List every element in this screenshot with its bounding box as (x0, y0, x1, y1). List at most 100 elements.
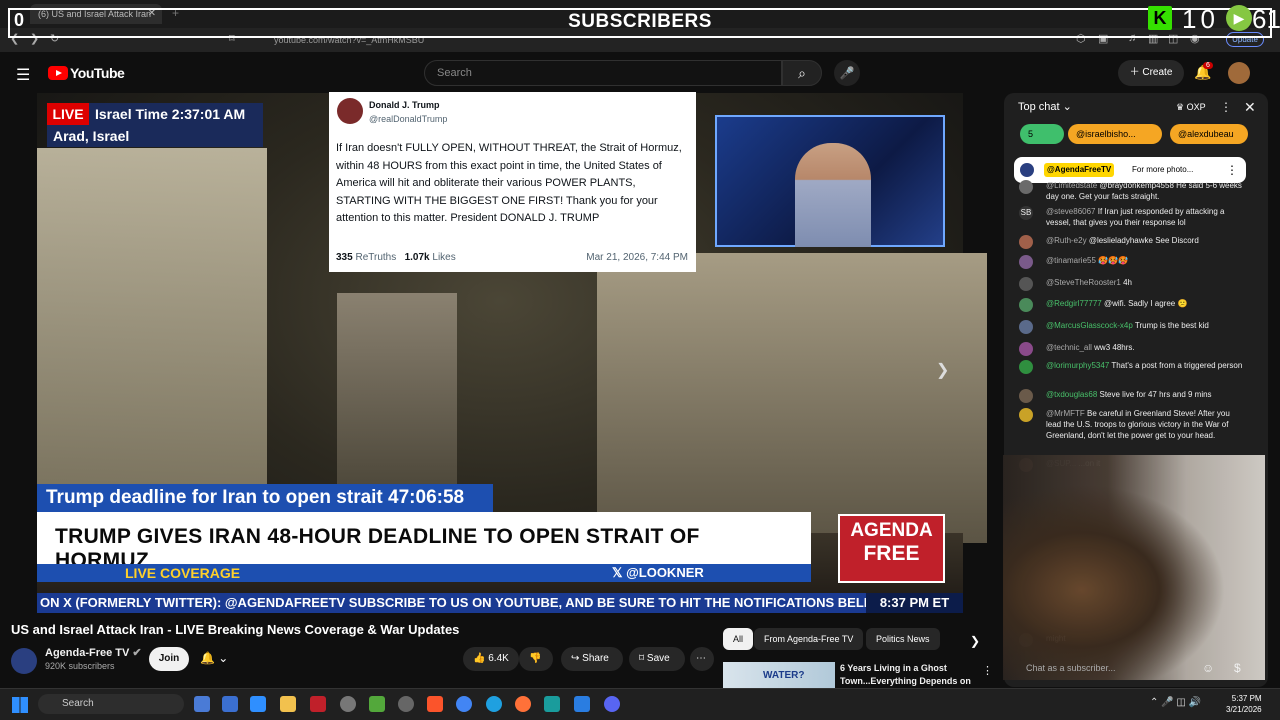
chat-username[interactable]: @technic_all (1046, 343, 1092, 352)
chat-username[interactable]: @Limitedstate (1046, 181, 1097, 190)
emoji-icon[interactable]: ☺ (1202, 661, 1214, 675)
search-input[interactable]: Search (424, 60, 782, 86)
taskbar-search[interactable]: Search (38, 694, 184, 714)
chat-message[interactable]: @tinamarie55 🥵🥵🥵 (1046, 255, 1246, 266)
share-button[interactable]: ↪ Share (561, 647, 623, 671)
chat-message[interactable]: @Redgirl77777 @wifi. Sadly I agree 😕 (1046, 298, 1246, 309)
next-arrow-icon[interactable]: ❯ (936, 360, 949, 380)
chat-avatar[interactable] (1019, 389, 1033, 403)
chat-ticker[interactable]: @alexdubeau (1170, 124, 1248, 144)
app-icon[interactable] (250, 696, 266, 712)
building-right (597, 253, 987, 543)
account-avatar[interactable] (1228, 62, 1250, 84)
app-icon[interactable] (369, 696, 385, 712)
chrome-icon[interactable] (456, 696, 472, 712)
chat-username[interactable]: @MarcusGlasscock-x4p (1046, 321, 1133, 330)
chat-message[interactable]: @MrMFTF Be careful in Greenland Steve! A… (1046, 408, 1246, 441)
chip-from-channel[interactable]: From Agenda-Free TV (754, 628, 864, 650)
chat-avatar[interactable] (1019, 360, 1033, 374)
voice-search-button[interactable]: 🎤 (834, 60, 860, 86)
chat-avatar[interactable] (1019, 255, 1033, 269)
chat-username[interactable]: @txdouglas68 (1046, 390, 1097, 399)
discord-icon[interactable] (604, 696, 620, 712)
chat-avatar[interactable]: SB (1019, 206, 1033, 220)
chat-message[interactable]: @Ruth-e2y @leslieladyhawke See Discord (1046, 235, 1246, 246)
chat-avatar[interactable] (1019, 320, 1033, 334)
recommendation-more-icon[interactable]: ⋮ (982, 664, 993, 677)
chat-message[interactable]: @steve86067 If Iran just responded by at… (1046, 206, 1246, 228)
app-icon[interactable] (544, 696, 560, 712)
windows-start-icon[interactable] (12, 697, 28, 713)
chat-ticker[interactable]: 5 (1020, 124, 1064, 144)
brave-browser-icon[interactable] (427, 696, 443, 712)
channel-avatar[interactable] (11, 648, 37, 674)
chat-username[interactable]: @Redgirl77777 (1046, 299, 1102, 308)
like-button[interactable]: 👍 6.4K (463, 647, 519, 671)
youtube-logo-icon[interactable] (48, 66, 68, 80)
chat-username[interactable]: @lorimurphy5347 (1046, 361, 1109, 370)
chat-menu-icon[interactable]: ⋮ (1220, 100, 1232, 114)
tray-icons[interactable]: ⌃ 🎤 ◫ 🔊 (1150, 697, 1201, 708)
chat-avatar[interactable] (1019, 180, 1033, 194)
save-button[interactable]: ⌑ Save (629, 647, 685, 671)
close-chat-icon[interactable]: ✕ (1244, 99, 1256, 116)
chat-mode-select[interactable]: Top chat ⌄ (1018, 100, 1072, 113)
bookmark-icon[interactable]: ⌑ (229, 32, 235, 45)
app-icon[interactable] (340, 696, 356, 712)
chat-avatar[interactable] (1019, 298, 1033, 312)
chat-avatar[interactable] (1019, 408, 1033, 422)
chat-ticker[interactable]: @israelbisho... (1068, 124, 1162, 144)
media-icon[interactable]: ♫ (1128, 32, 1136, 44)
chat-avatar[interactable] (1019, 277, 1033, 291)
chat-input[interactable]: Chat as a subscriber... (1016, 657, 1226, 679)
chat-avatar[interactable] (1019, 342, 1033, 356)
chat-message[interactable]: @lorimurphy5347 That's a post from a tri… (1046, 360, 1246, 371)
app-icon[interactable] (398, 696, 414, 712)
create-button[interactable]: ＋ Create (1118, 60, 1184, 86)
reload-icon[interactable]: ↻ (50, 32, 59, 45)
chat-username[interactable]: @Ruth-e2y (1046, 236, 1087, 245)
forward-icon[interactable]: ❯ (30, 32, 39, 45)
back-icon[interactable]: ❮ (10, 32, 19, 45)
dislike-button[interactable]: 👎 (519, 647, 553, 671)
chat-message[interactable]: @technic_all ww3 48hrs. (1046, 342, 1246, 353)
url-field[interactable]: youtube.com/watch?v=_AtmHkMSBU (250, 31, 870, 49)
file-explorer-icon[interactable] (280, 696, 296, 712)
subscribe-bell-icon[interactable]: 🔔 ⌄ (200, 651, 228, 665)
channel-name[interactable]: Agenda-Free TV ✔ (45, 646, 142, 659)
chip-politics-news[interactable]: Politics News (866, 628, 940, 650)
streamer-webcam (1003, 455, 1265, 680)
chips-next-icon[interactable]: ❯ (970, 634, 980, 648)
app-icon[interactable] (310, 696, 326, 712)
chat-username[interactable]: @MrMFTF (1046, 409, 1085, 418)
firefox-icon[interactable] (515, 696, 531, 712)
chat-message[interactable]: @Limitedstate @braydonkemp4558 He said 5… (1046, 180, 1246, 202)
wallet-icon[interactable]: ◫ (1168, 32, 1178, 45)
extension-icon[interactable]: ⬡ (1076, 32, 1086, 45)
search-button[interactable]: ⌕ (782, 60, 822, 86)
chat-username[interactable]: @tinamarie55 (1046, 256, 1096, 265)
vscode-icon[interactable] (574, 696, 590, 712)
oxp-badge[interactable]: ♛ OXP (1176, 102, 1206, 113)
chip-all[interactable]: All (723, 628, 754, 650)
super-chat-icon[interactable]: $ (1234, 661, 1241, 675)
screenshot-icon[interactable]: ▣ (1098, 32, 1108, 45)
chat-username[interactable]: @SteveTheRooster1 (1046, 278, 1121, 287)
thumbs-up-icon: 👍 (473, 653, 486, 664)
youtube-logo-text[interactable]: YouTube (70, 65, 125, 81)
sidebar-icon[interactable]: ▥ (1148, 32, 1158, 45)
menu-icon[interactable]: ☰ (16, 65, 30, 85)
more-actions-button[interactable]: ⋯ (690, 647, 714, 671)
taskbar-clock[interactable]: 5:37 PM 3/21/2026 (1226, 693, 1262, 715)
chat-username[interactable]: @steve86067 (1046, 207, 1096, 216)
chat-message[interactable]: @SteveTheRooster1 4h (1046, 277, 1246, 288)
rumble-logo-icon: ▶ (1226, 5, 1252, 31)
app-icon[interactable] (222, 696, 238, 712)
agenda-free-logo: AGENDA FREE (838, 514, 945, 583)
chat-message[interactable]: @txdouglas68 Steve live for 47 hrs and 9… (1046, 389, 1246, 400)
edge-icon[interactable] (486, 696, 502, 712)
chat-message[interactable]: @MarcusGlasscock-x4p Trump is the best k… (1046, 320, 1246, 331)
chat-avatar[interactable] (1019, 235, 1033, 249)
task-view-icon[interactable] (194, 696, 210, 712)
join-button[interactable]: Join (149, 647, 189, 671)
